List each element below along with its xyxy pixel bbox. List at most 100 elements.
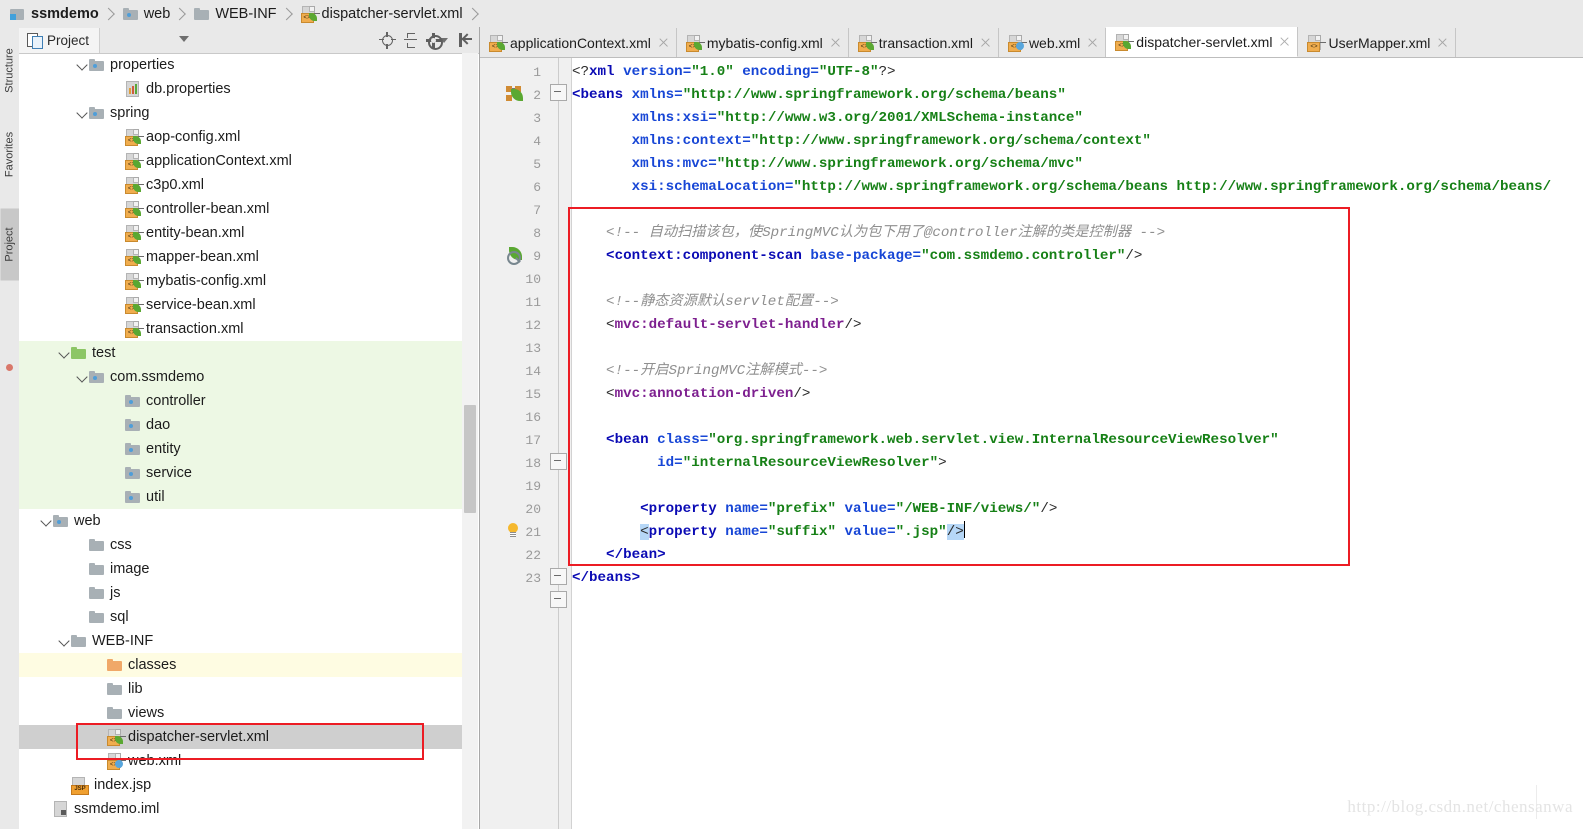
tree-row-dispatcher-servlet-xml[interactable]: <> dispatcher-servlet.xml — [19, 725, 462, 749]
code-line-5[interactable]: xmlns:mvc="http://www.springframework.or… — [572, 153, 1083, 176]
gutter-icon-wrap[interactable] — [506, 86, 524, 107]
tool-tab-favorites[interactable]: Favorites — [1, 119, 20, 191]
code-line-15[interactable]: <mvc:annotation-driven/> — [572, 383, 810, 406]
settings-gear-icon[interactable] — [426, 32, 443, 50]
tree-row-c3p0-xml[interactable]: <> c3p0.xml — [19, 173, 462, 197]
code-line-4[interactable]: xmlns:context="http://www.springframewor… — [572, 130, 1151, 153]
code-content[interactable]: <?xml version="1.0" encoding="UTF-8"?> <b… — [572, 58, 1583, 829]
tree-row-transaction-xml[interactable]: <> transaction.xml — [19, 317, 462, 341]
code-token: mvc:default-servlet-handler — [614, 317, 845, 333]
tree-row-com-ssmdemo[interactable]: com.ssmdemo — [19, 365, 462, 389]
chevron-down-icon[interactable] — [77, 371, 89, 383]
tree-row-util[interactable]: util — [19, 485, 462, 509]
editor-tab-dispatcher-servlet-xml[interactable]: <> dispatcher-servlet.xml — [1106, 27, 1299, 57]
tree-row-test[interactable]: test — [19, 341, 462, 365]
tree-row-label: transaction.xml — [146, 321, 244, 337]
close-icon[interactable] — [658, 37, 669, 48]
code-line-9[interactable]: <context:component-scan base-package="co… — [572, 245, 1142, 268]
gutter-icon-wrap[interactable] — [506, 523, 520, 544]
chevron-down-icon[interactable] — [41, 515, 53, 527]
code-token: property — [648, 524, 717, 540]
gutter-icon-wrap[interactable] — [506, 247, 524, 268]
code-line-14[interactable]: <!--开启SpringMVC注解模式--> — [572, 360, 827, 383]
code-line-22[interactable]: </bean> — [572, 544, 666, 567]
code-line-2[interactable]: <beans xmlns="http://www.springframework… — [572, 84, 1066, 107]
fold-toggle-line23[interactable] — [550, 591, 567, 608]
close-icon[interactable] — [830, 37, 841, 48]
tree-row-service[interactable]: service — [19, 461, 462, 485]
tree-row-dao[interactable]: dao — [19, 413, 462, 437]
code-line-18[interactable]: id="internalResourceViewResolver"> — [572, 452, 947, 475]
locate-icon[interactable] — [379, 31, 396, 49]
scrollbar-thumb[interactable] — [464, 405, 476, 513]
code-line-8[interactable]: <!-- 自动扫描该包，使SpringMVC认为包下用了@controller注… — [572, 222, 1165, 245]
tree-row-entity-bean-xml[interactable]: <> entity-bean.xml — [19, 221, 462, 245]
tree-row-views[interactable]: views — [19, 701, 462, 725]
tree-row-properties[interactable]: properties — [19, 53, 462, 77]
code-line-20[interactable]: <property name="prefix" value="/WEB-INF/… — [572, 498, 1057, 521]
tree-row-db-properties[interactable]: db.properties — [19, 77, 462, 101]
tree-row-service-bean-xml[interactable]: <> service-bean.xml — [19, 293, 462, 317]
editor-tab-applicationcontext-xml[interactable]: <> applicationContext.xml — [480, 28, 677, 57]
tree-row-entity[interactable]: entity — [19, 437, 462, 461]
tree-row-web[interactable]: web — [19, 509, 462, 533]
editor-gutter[interactable]: 1 2 3 4 5 6 7 8 9 10 11 12 13 14 15 16 17 18 19 20 21 22 23 — [480, 58, 548, 829]
code-line-1[interactable]: <?xml version="1.0" encoding="UTF-8"?> — [572, 61, 896, 84]
hide-panel-icon[interactable] — [459, 33, 473, 47]
tree-row-spring[interactable]: spring — [19, 101, 462, 125]
tree-arrow-placeholder — [113, 251, 125, 263]
editor-tab-transaction-xml[interactable]: <> transaction.xml — [849, 28, 999, 57]
tree-row-index-jsp[interactable]: JSP index.jsp — [19, 773, 462, 797]
tree-row-aop-config-xml[interactable]: <> aop-config.xml — [19, 125, 462, 149]
code-line-17[interactable]: <bean class="org.springframework.web.ser… — [572, 429, 1279, 452]
editor-fold-column[interactable] — [547, 58, 572, 829]
editor-tab-usermapper-xml[interactable]: <> UserMapper.xml — [1298, 28, 1457, 57]
code-token: value= — [835, 501, 896, 517]
close-icon[interactable] — [980, 37, 991, 48]
editor-tab-mybatis-config-xml[interactable]: <> mybatis-config.xml — [677, 28, 849, 57]
tree-row-mapper-bean-xml[interactable]: <> mapper-bean.xml — [19, 245, 462, 269]
tree-row-controller-bean-xml[interactable]: <> controller-bean.xml — [19, 197, 462, 221]
code-line-23[interactable]: </beans> — [572, 567, 640, 590]
chevron-down-icon[interactable] — [179, 36, 189, 42]
tree-row-js[interactable]: js — [19, 581, 462, 605]
tree-row-lib[interactable]: lib — [19, 677, 462, 701]
tree-row-controller[interactable]: controller — [19, 389, 462, 413]
chevron-down-icon[interactable] — [77, 107, 89, 119]
tool-tab-structure[interactable]: Structure — [1, 35, 20, 107]
tree-row-web-xml[interactable]: <> web.xml — [19, 749, 462, 773]
tree-row-css[interactable]: css — [19, 533, 462, 557]
breadcrumb-item-ssmdemo[interactable]: ssmdemo — [0, 0, 115, 27]
fold-toggle-line22[interactable] — [550, 568, 567, 585]
collapse-all-icon[interactable] — [404, 32, 417, 48]
tab-project[interactable]: Project — [19, 27, 101, 53]
tree-row-applicationcontext-xml[interactable]: <> applicationContext.xml — [19, 149, 462, 173]
project-tree[interactable]: properties db.properties spring <> aop-confi… — [19, 53, 462, 829]
breadcrumb-item-web-inf[interactable]: WEB-INF — [186, 0, 293, 27]
project-tree-scrollbar[interactable] — [462, 53, 478, 829]
tree-row-sql[interactable]: sql — [19, 605, 462, 629]
code-line-6[interactable]: xsi:schemaLocation="http://www.springfra… — [572, 176, 1552, 199]
code-line-12[interactable]: <mvc:default-servlet-handler/> — [572, 314, 861, 337]
editor-tab-bar[interactable]: <> applicationContext.xml <> mybatis-config… — [480, 27, 1583, 58]
tree-row-image[interactable]: image — [19, 557, 462, 581]
tool-tab-project[interactable]: Project — [0, 208, 19, 281]
code-line-3[interactable]: xmlns:xsi="http://www.w3.org/2001/XMLSch… — [572, 107, 1083, 130]
breadcrumb-item-web[interactable]: web — [115, 0, 187, 27]
chevron-down-icon[interactable] — [59, 347, 71, 359]
close-icon[interactable] — [1279, 36, 1290, 47]
fold-toggle-line17[interactable] — [550, 453, 567, 470]
tree-row-ssmdemo-iml[interactable]: ssmdemo.iml — [19, 797, 462, 821]
chevron-down-icon[interactable] — [59, 635, 71, 647]
editor-tab-web-xml[interactable]: <> web.xml — [999, 28, 1107, 57]
tree-row-mybatis-config-xml[interactable]: <> mybatis-config.xml — [19, 269, 462, 293]
code-line-11[interactable]: <!--静态资源默认servlet配置--> — [572, 291, 839, 314]
code-line-21[interactable]: <property name="suffix" value=".jsp"/> — [572, 521, 966, 544]
tree-row-classes[interactable]: classes — [19, 653, 462, 677]
fold-toggle-line2[interactable] — [550, 84, 567, 101]
close-icon[interactable] — [1087, 37, 1098, 48]
breadcrumb-item-dispatcher-servlet[interactable]: <> dispatcher-servlet.xml — [293, 0, 479, 27]
close-icon[interactable] — [1437, 37, 1448, 48]
chevron-down-icon[interactable] — [77, 59, 89, 71]
tree-row-web-inf[interactable]: WEB-INF — [19, 629, 462, 653]
